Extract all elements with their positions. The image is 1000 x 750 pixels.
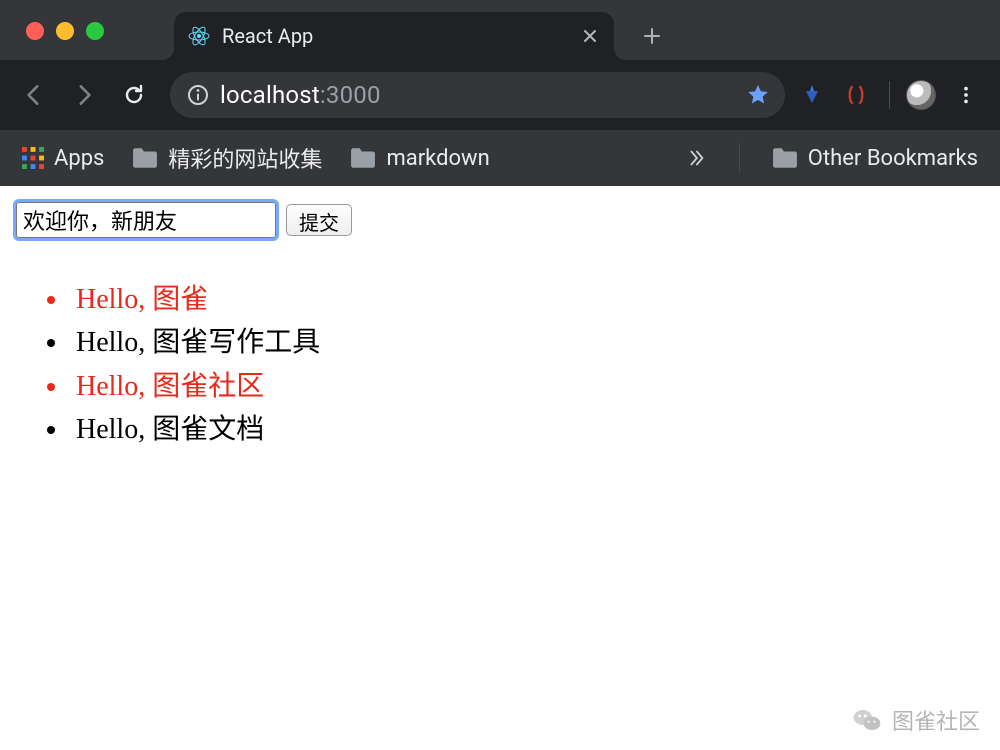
list-item: Hello, 图雀 [70,278,984,321]
tab-strip: React App [0,0,1000,60]
list-item: Hello, 图雀文档 [70,408,984,451]
extension-1-icon[interactable] [795,78,829,112]
submit-button[interactable]: 提交 [286,204,352,236]
bookmark-folder-markdown-label: markdown [386,146,489,171]
other-bookmarks-label: Other Bookmarks [808,146,978,171]
folder-icon [350,147,376,169]
url-host: localhost [220,81,320,109]
window-controls [26,22,104,40]
bookmark-folder-markdown[interactable]: markdown [350,146,489,171]
toolbar-divider [889,81,890,109]
url-text: localhost:3000 [220,81,381,109]
window-close-button[interactable] [26,22,44,40]
bookmark-folder-sites-label: 精彩的网站收集 [168,142,322,174]
window-zoom-button[interactable] [86,22,104,40]
list-item: Hello, 图雀社区 [70,365,984,408]
greeting-list: Hello, 图雀Hello, 图雀写作工具Hello, 图雀社区Hello, … [70,278,984,452]
extension-2-icon[interactable] [839,78,873,112]
folder-icon [772,147,798,169]
browser-toolbar: localhost:3000 [0,60,1000,130]
menu-button[interactable] [946,75,986,115]
apps-icon [22,147,44,169]
bookmark-folder-sites[interactable]: 精彩的网站收集 [132,142,322,174]
page-body: 提交 Hello, 图雀Hello, 图雀写作工具Hello, 图雀社区Hell… [0,186,1000,750]
wechat-icon [852,705,882,735]
bookmark-star-icon[interactable] [745,82,771,108]
bookmarks-bar: Apps 精彩的网站收集 markdown Other Bookmarks [0,130,1000,186]
url-port: :3000 [320,81,381,109]
reload-button[interactable] [114,75,154,115]
greeting-input[interactable] [16,202,276,238]
browser-chrome: React App localhost:3000 [0,0,1000,186]
new-tab-button[interactable] [632,16,672,56]
apps-shortcut[interactable]: Apps [22,146,104,171]
bookmarks-divider [739,143,740,173]
close-tab-button[interactable] [580,26,600,46]
bookmarks-overflow-button[interactable] [685,147,707,169]
tab-title: React App [222,24,568,48]
apps-label: Apps [54,146,104,171]
address-bar[interactable]: localhost:3000 [170,72,785,118]
list-item: Hello, 图雀写作工具 [70,321,984,364]
profile-avatar[interactable] [906,80,936,110]
watermark: 图雀社区 [852,704,980,736]
site-info-icon[interactable] [184,81,212,109]
back-button[interactable] [14,75,54,115]
react-icon [188,25,210,47]
browser-tab[interactable]: React App [174,12,614,60]
input-row: 提交 [16,202,984,238]
window-minimize-button[interactable] [56,22,74,40]
folder-icon [132,147,158,169]
watermark-label: 图雀社区 [892,704,980,736]
other-bookmarks[interactable]: Other Bookmarks [772,146,978,171]
forward-button[interactable] [64,75,104,115]
